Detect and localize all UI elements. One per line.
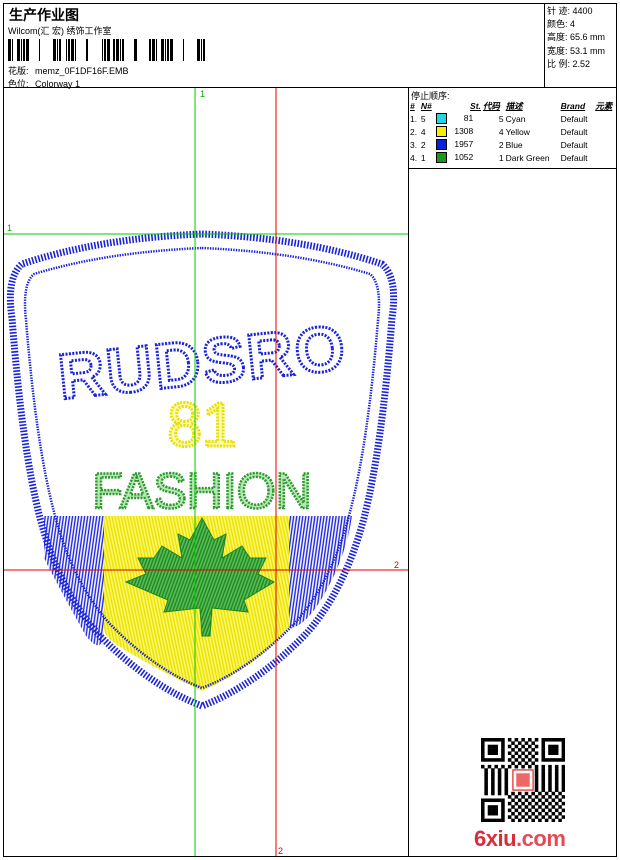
col-element: 元素 <box>595 101 613 111</box>
fashion-text: FASHION <box>92 463 311 519</box>
sequence-cell-brand: Default <box>560 113 588 124</box>
sequence-cell-desc: Cyan <box>505 113 526 124</box>
sequence-header-row: # N# St. 代码 描述 Brand 元素 <box>409 100 617 112</box>
sequence-cell-desc: Yellow <box>505 126 530 137</box>
barcode <box>8 39 205 61</box>
col-index: # <box>410 101 415 111</box>
sequence-cell-el <box>594 112 617 125</box>
stitch-count-value: 1052 <box>454 151 474 162</box>
logo-suffix: .com <box>516 826 566 851</box>
sequence-cell-st: 81 <box>435 112 482 125</box>
sequence-cell-st: 1308 <box>435 125 482 138</box>
sequence-table: # N# St. 代码 描述 Brand 元素 1. 5 81 5 Cyan Defaul… <box>409 100 617 164</box>
embroidery-canvas: RUDSRO 81 FASHION 1 1 2 2 <box>4 88 408 856</box>
color-count: 颜色: 4 <box>547 19 576 30</box>
color-swatch <box>436 152 448 164</box>
stop-sequence-panel: 停止顺序: # N# St. 代码 描述 Brand 元素 1. 5 81 5 Cyan… <box>409 88 617 168</box>
sequence-cell-idx: 2. <box>410 126 418 137</box>
col-desc: 描述 <box>505 101 523 111</box>
pattern-label: 花版: <box>8 66 29 76</box>
sequence-cell-st: 1957 <box>435 138 482 151</box>
col-needle: N# <box>420 101 432 111</box>
sequence-cell-code: 2 <box>498 139 504 150</box>
number-text: 81 <box>168 391 237 460</box>
sequence-cell-st: 1052 <box>435 151 482 164</box>
red-vertical-mark: 2 <box>278 846 283 856</box>
pattern-line: 花版: memz_0F1DF16F.EMB <box>8 64 129 77</box>
sequence-cell-brand: Default <box>560 126 588 137</box>
header: 生产作业图 Wilcom(汇 宏) 绣饰工作室 花版: memz_0F1DF16… <box>3 3 617 89</box>
stitch-count-value: 81 <box>463 112 474 123</box>
col-stitches: St. <box>470 101 481 111</box>
sequence-row: 1. 5 81 5 Cyan Default <box>409 112 617 125</box>
sequence-cell-brand: Default <box>560 139 588 150</box>
stats-divider <box>544 3 545 87</box>
sequence-cell-el <box>594 125 617 138</box>
site-logo: 6xiu.com <box>474 826 566 852</box>
sequence-cell-desc: Dark Green <box>505 152 550 163</box>
sequence-cell-code: 5 <box>498 113 504 124</box>
sequence-row: 3. 2 1957 2 Blue Default <box>409 138 617 151</box>
sequence-cell-idx: 4. <box>410 152 418 163</box>
logo-main: 6xiu <box>474 826 517 851</box>
color-swatch <box>436 113 448 125</box>
sequence-row: 4. 1 1052 1 Dark Green Default <box>409 151 617 164</box>
sequence-cell-el <box>594 138 617 151</box>
panel-divider <box>408 87 409 857</box>
sequence-cell-idx: 1. <box>410 113 418 124</box>
sequence-row: 2. 4 1308 4 Yellow Default <box>409 125 617 138</box>
sequence-cell-idx: 3. <box>410 139 418 150</box>
green-vertical-mark: 1 <box>200 89 205 99</box>
sequence-cell-brand: Default <box>560 152 588 163</box>
design-preview: RUDSRO 81 FASHION 1 1 2 2 <box>4 88 408 856</box>
company-name: Wilcom(汇 宏) 绣饰工作室 <box>8 26 112 36</box>
stats-panel: 针 迹: 4400 颜色: 4 高度: 65.6 mm 宽度: 53.1 mm … <box>547 5 615 71</box>
design-width: 宽度: 53.1 mm <box>547 45 606 56</box>
color-swatch <box>436 126 448 138</box>
sequence-cell-code: 4 <box>498 126 504 137</box>
sequence-cell-n: 5 <box>420 113 426 124</box>
col-code: 代码 <box>482 101 500 111</box>
stitch-count-value: 1308 <box>454 125 474 136</box>
green-horizontal-mark: 1 <box>7 223 12 233</box>
design-height: 高度: 65.6 mm <box>547 32 606 43</box>
sequence-cell-n: 4 <box>420 126 426 137</box>
sequence-cell-code: 1 <box>498 152 504 163</box>
page-title: 生产作业图 <box>9 7 79 23</box>
stitch-count: 针 迹: 4400 <box>547 6 593 16</box>
sequence-cell-n: 2 <box>420 139 426 150</box>
color-swatch <box>436 139 448 151</box>
qr-code-icon <box>481 738 565 822</box>
col-brand: Brand <box>560 101 586 111</box>
stitch-count-value: 1957 <box>454 138 474 149</box>
red-horizontal-mark: 2 <box>394 560 399 570</box>
design-ratio: 比 例: 2.52 <box>547 58 591 69</box>
sequence-cell-el <box>594 151 617 164</box>
sequence-cell-n: 1 <box>420 152 426 163</box>
sequence-divider <box>408 168 617 169</box>
pattern-value: memz_0F1DF16F.EMB <box>35 66 129 76</box>
sequence-cell-desc: Blue <box>505 139 523 150</box>
